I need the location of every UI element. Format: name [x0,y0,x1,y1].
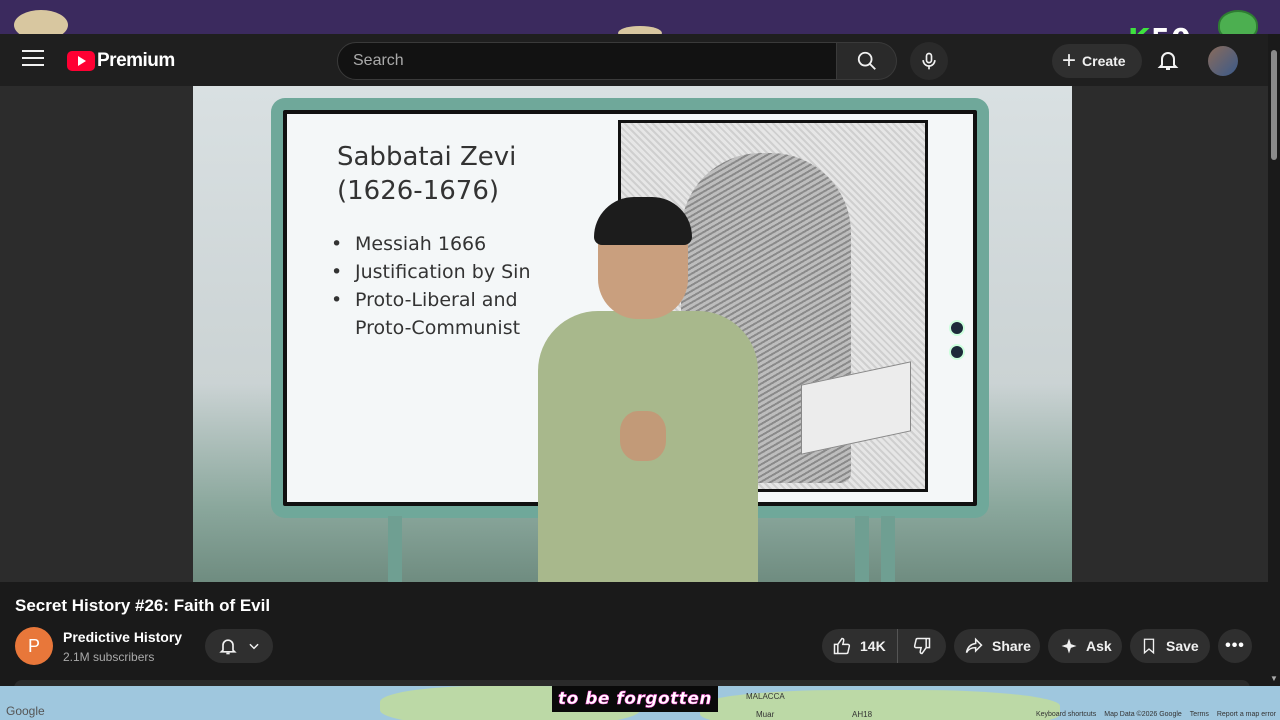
menu-icon-bar [22,57,44,59]
share-label: Share [992,638,1031,654]
map-label: MALACCA [746,692,785,701]
video-player[interactable]: Sabbatai Zevi (1626-1676) Messiah 1666 J… [0,86,1268,582]
google-map-logo: Google [6,704,45,718]
thumbs-up-icon [833,637,851,655]
whiteboard-control-dot [949,344,965,360]
stream-caption: to be forgotten [552,686,719,712]
bell-icon [218,639,237,655]
save-label: Save [1166,638,1199,654]
menu-icon-bar [22,64,44,66]
notifications-button[interactable] [1156,48,1180,72]
slide-bullet: Proto-Liberal and [331,286,531,314]
presenter-hair [594,197,692,245]
chevron-down-icon [248,643,259,650]
sparkle-icon [1061,638,1077,654]
bell-icon [1157,52,1179,70]
map-footer-item[interactable]: Report a map error [1217,711,1276,718]
page-scrollbar[interactable]: ▼ [1268,34,1280,684]
youtube-header: Premium + Create [0,34,1268,86]
slide-bullet-continuation: Proto-Communist [355,317,521,339]
ask-button[interactable]: Ask [1048,629,1122,663]
user-avatar[interactable] [1208,46,1238,76]
map-road-label: AH18 [852,710,873,719]
create-button[interactable]: + Create [1052,44,1142,78]
search-input[interactable] [338,43,836,79]
video-frame: Sabbatai Zevi (1626-1676) Messiah 1666 J… [193,86,1072,582]
like-dislike-group: 14K [822,629,946,663]
channel-name-link[interactable]: Predictive History [63,629,182,645]
save-button[interactable]: Save [1130,629,1210,663]
youtube-premium-logo[interactable]: Premium [67,50,175,72]
youtube-play-icon [67,51,95,71]
channel-avatar[interactable]: P [15,627,53,665]
slide-bullet: Justification by Sin [331,258,531,286]
like-count: 14K [860,638,886,654]
presenter-hands [620,411,666,461]
create-label: Create [1082,53,1126,69]
search-icon [857,51,876,70]
logo-text: Premium [97,50,175,71]
search-button[interactable] [837,42,897,80]
subscriber-count: 2.1M subscribers [63,650,155,664]
easel-leg [881,516,895,582]
stream-overlay-strip: K50 [0,0,1280,55]
bookmark-icon [1143,638,1155,655]
search-box [337,42,837,80]
microphone-icon [922,52,936,70]
slide-title: Sabbatai Zevi (1626-1676) [337,140,516,208]
easel-leg [855,516,869,582]
map-footer-item: Map Data ©2026 Google [1104,711,1182,718]
video-title: Secret History #26: Faith of Evil [15,596,271,615]
slide-bullet: Messiah 1666 [331,230,531,258]
more-actions-button[interactable]: ••• [1218,629,1252,663]
presenter-figure [538,197,758,582]
whiteboard-control-dot [949,320,965,336]
share-arrow-icon [965,637,983,654]
slide-bullet-list: Messiah 1666 Justification by Sin Proto-… [331,230,531,342]
menu-button[interactable] [22,50,44,68]
dislike-button[interactable] [898,629,946,663]
thumbs-down-icon [913,637,931,655]
share-button[interactable]: Share [954,629,1040,663]
map-footer: Keyboard shortcuts Map Data ©2026 Google… [1036,711,1276,718]
scrollbar-thumb[interactable] [1271,50,1277,160]
slide-title-name: Sabbatai Zevi [337,142,517,172]
plus-icon: + [1062,47,1077,74]
like-button[interactable]: 14K [822,629,898,663]
scroll-down-arrow-icon[interactable]: ▼ [1270,674,1278,683]
ask-label: Ask [1086,638,1112,654]
map-footer-item[interactable]: Terms [1190,711,1209,718]
menu-icon-bar [22,50,44,52]
voice-search-button[interactable] [910,42,948,80]
easel-leg [388,516,402,582]
slide-title-dates: (1626-1676) [337,176,500,206]
subscription-notifications-button[interactable] [205,629,273,663]
map-footer-item[interactable]: Keyboard shortcuts [1036,711,1096,718]
map-label: Muar [756,710,775,719]
